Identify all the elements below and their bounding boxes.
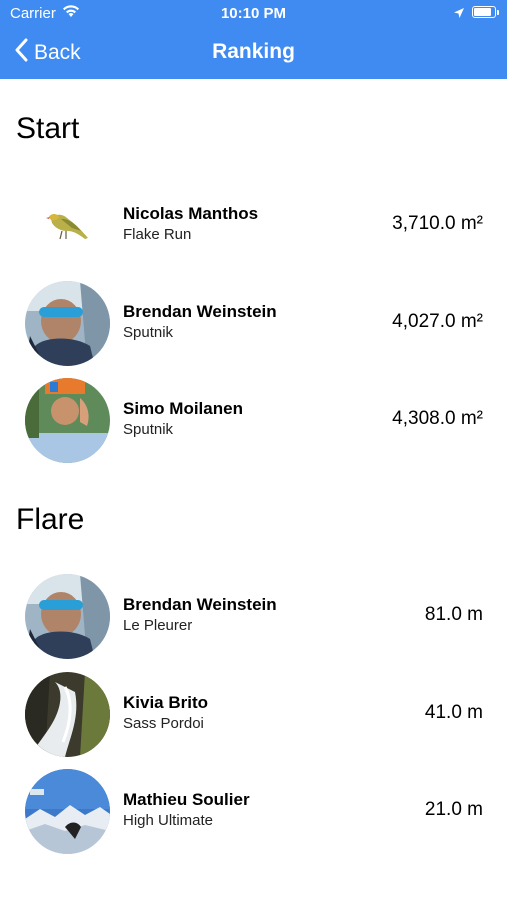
page-title: Ranking — [212, 40, 295, 63]
upside-down-photo-avatar — [25, 378, 110, 463]
mountain-sky-photo-avatar — [25, 769, 110, 854]
pilot-name: Brendan Weinstein — [123, 595, 277, 614]
jump-location: Le Pleurer — [123, 617, 193, 634]
pilot-name: Mathieu Soulier — [123, 790, 250, 809]
status-bar: Carrier 10:10 PM — [0, 0, 507, 28]
pilot-name: Simo Moilanen — [123, 399, 243, 418]
pilot-photo-avatar — [25, 574, 110, 659]
bird-icon — [25, 183, 110, 268]
ranking-value: 4,308.0 m² — [392, 408, 483, 429]
jump-location: High Ultimate — [123, 812, 214, 829]
status-time: 10:10 PM — [220, 5, 287, 22]
ranking-row[interactable]: Brendan Weinstein Sputnik 4,027.0 m² — [0, 278, 507, 368]
location-arrow-icon — [453, 6, 465, 24]
ranking-value: 21.0 m — [424, 799, 483, 820]
jump-location: Sputnik — [123, 324, 174, 341]
section-title-flare: Flare — [16, 503, 85, 536]
ranking-value: 81.0 m — [424, 604, 483, 625]
nav-header: Back Ranking — [0, 28, 507, 79]
jump-location: Sass Pordoi — [123, 715, 204, 732]
ranking-value: 4,027.0 m² — [392, 311, 483, 332]
pilot-name: Kivia Brito — [123, 693, 209, 712]
jump-location: Sputnik — [123, 421, 174, 438]
ranking-row[interactable]: Mathieu Soulier High Ultimate 21.0 m — [0, 766, 507, 856]
ranking-row[interactable]: Kivia Brito Sass Pordoi 41.0 m — [0, 669, 507, 759]
pilot-name: Nicolas Manthos — [123, 204, 259, 223]
battery-icon — [472, 6, 499, 18]
ranking-row[interactable]: Nicolas Manthos Flake Run 3,710.0 m² — [0, 180, 507, 270]
waterfall-photo-avatar — [25, 672, 110, 757]
section-title-start: Start — [16, 112, 80, 145]
jump-location: Flake Run — [123, 226, 192, 243]
ranking-value: 41.0 m — [424, 702, 483, 723]
ranking-row[interactable]: Simo Moilanen Sputnik 4,308.0 m² — [0, 375, 507, 465]
pilot-photo-avatar — [25, 281, 110, 366]
ranking-row[interactable]: Brendan Weinstein Le Pleurer 81.0 m — [0, 571, 507, 661]
ranking-value: 3,710.0 m² — [392, 213, 483, 234]
navigation-bar: Carrier 10:10 PM Back Ranking — [0, 0, 507, 79]
pilot-name: Brendan Weinstein — [123, 302, 277, 321]
